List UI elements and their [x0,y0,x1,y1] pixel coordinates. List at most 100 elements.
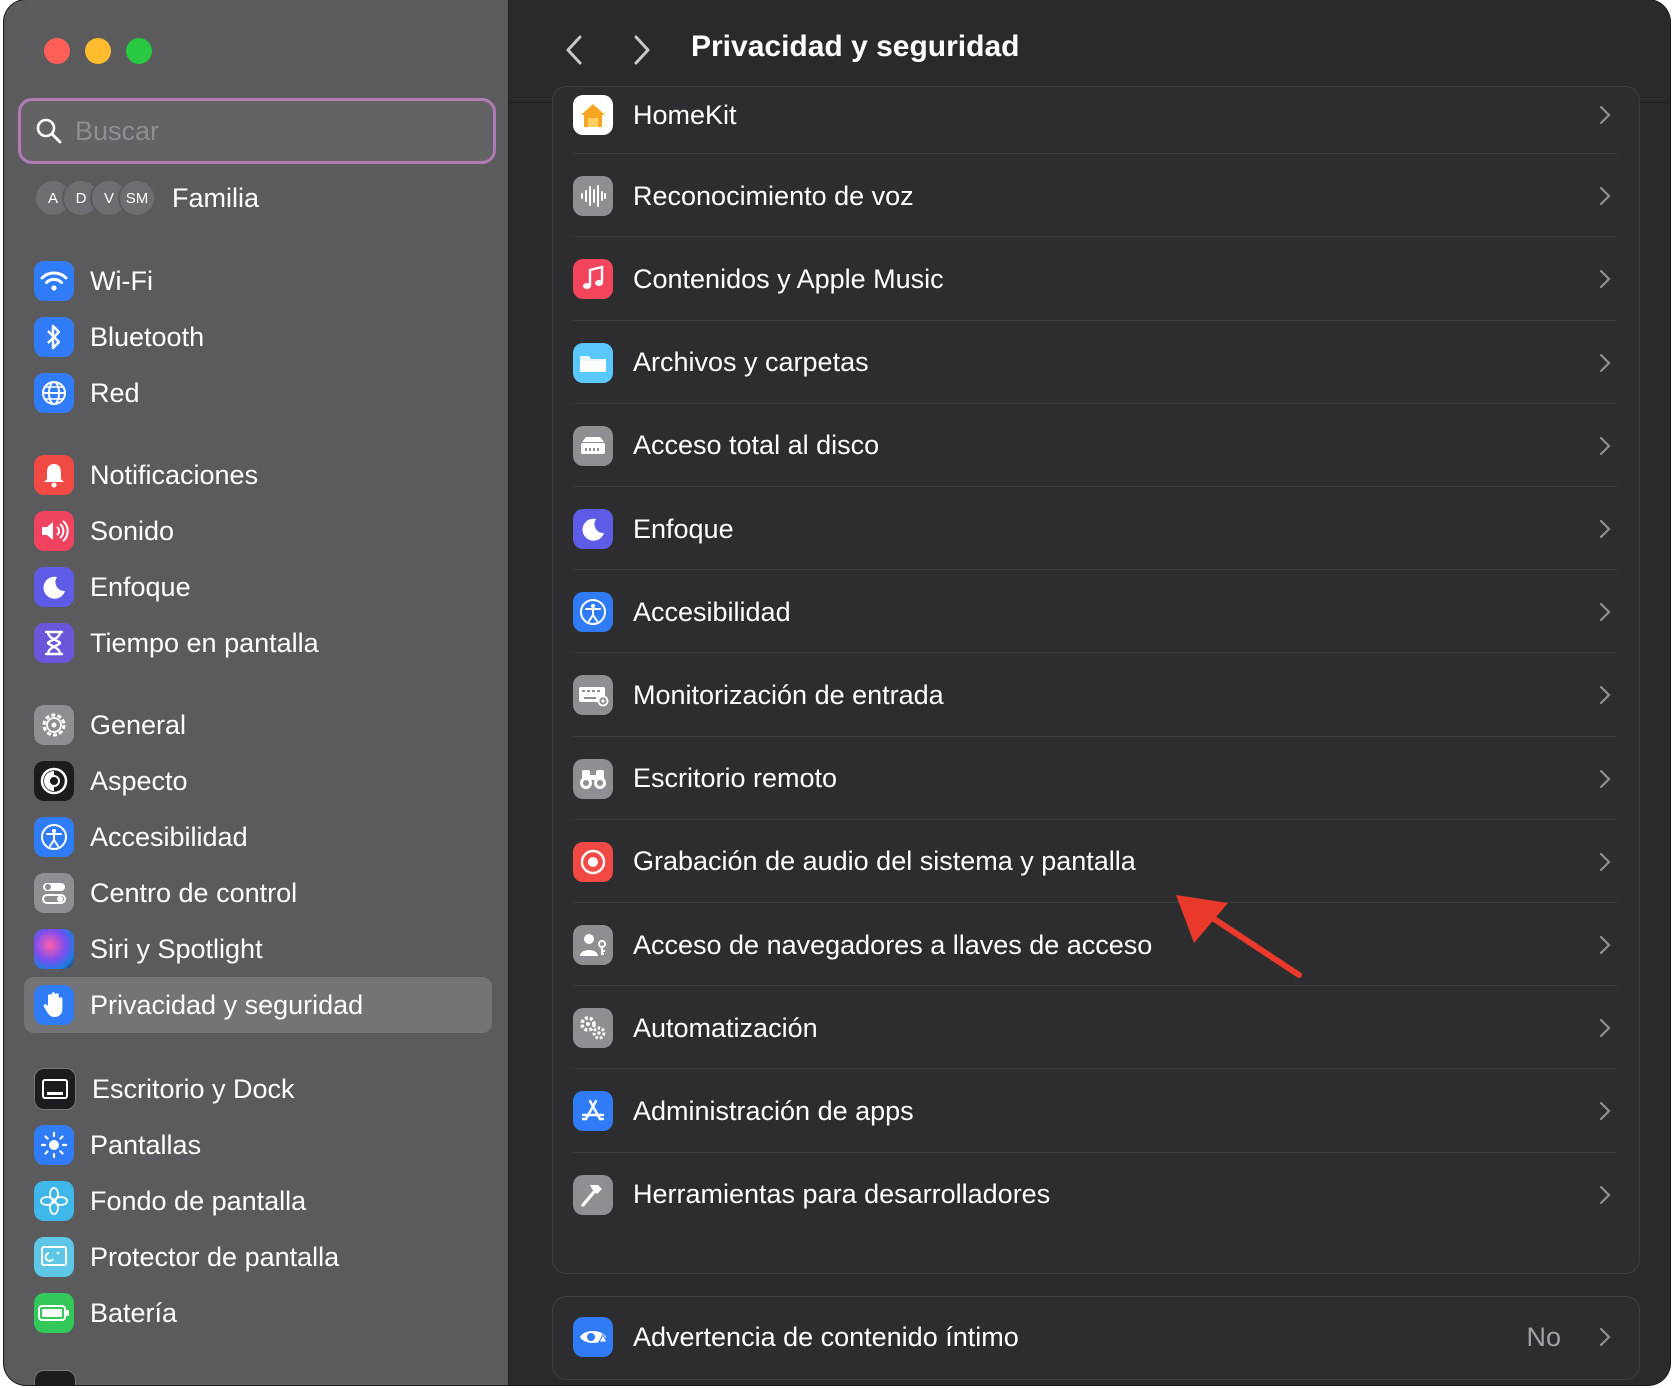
row-hammer[interactable]: Herramientas para desarrolladores [573,1152,1617,1238]
sidebar-item-label: Escritorio y Dock [92,1073,295,1104]
battery-icon [34,1293,74,1333]
row-music-note[interactable]: Contenidos y Apple Music [573,236,1617,322]
sidebar-item-label: Notificaciones [90,459,259,490]
sidebar-item-label: General [90,709,187,740]
bluetooth-icon [34,317,74,357]
chevron-right-icon [1599,187,1611,206]
page-title: Privacidad y seguridad [691,30,1020,63]
back-button[interactable] [559,30,589,70]
wifi-icon [34,261,74,301]
row-sensitive-content-warning[interactable]: Advertencia de contenido íntimo No [573,1294,1617,1380]
app-store-icon [573,1091,613,1132]
moon-icon [34,567,74,607]
sidebar-item-sound[interactable]: Sonido [34,506,174,556]
sidebar-item-label: Bluetooth [90,321,205,352]
dock-icon [34,1068,76,1110]
sidebar-item-desktop-dock[interactable]: Escritorio y Dock [34,1064,295,1114]
accessibility-icon [573,592,613,633]
sidebar-item-label: Red [90,377,140,408]
sidebar-item-appearance[interactable]: Aspecto [34,756,188,806]
chevron-right-icon [1599,519,1611,539]
forward-button[interactable] [627,30,657,70]
row-label: Grabación de audio del sistema y pantall… [633,846,1136,877]
row-label: Contenidos y Apple Music [633,263,944,294]
row-folder[interactable]: Archivos y carpetas [573,320,1617,406]
bell-icon [34,455,74,495]
row-label: Archivos y carpetas [633,347,869,378]
sidebar-item-label: Familia [172,182,260,213]
chevron-right-icon [634,35,650,65]
sidebar-item-screensaver[interactable]: Protector de pantalla [34,1232,339,1282]
search-field[interactable] [18,98,496,164]
sidebar-item-label: Privacidad y seguridad [90,989,364,1020]
sidebar-item-wifi[interactable]: Wi-Fi [34,256,153,306]
sidebar-item-wallpaper[interactable]: Fondo de pantalla [34,1176,306,1226]
sidebar-item-label: Fondo de pantalla [90,1185,307,1216]
chevron-right-icon [1599,769,1611,788]
sidebar-item-siri[interactable]: Siri y Spotlight [34,924,263,974]
row-label: Accesibilidad [633,596,791,627]
annotation-arrow [1176,895,1302,978]
row-label: Monitorización de entrada [633,679,944,710]
sidebar: A D V SM Familia Wi-Fi Bluetooth [4,0,509,1385]
chevron-right-icon [1599,1102,1611,1121]
row-person-key[interactable]: Acceso de navegadores a llaves de acceso [573,902,1617,988]
row-home[interactable]: HomeKit [573,72,1617,158]
row-label: Escritorio remoto [633,763,838,794]
sidebar-item-label: Siri y Spotlight [90,933,263,964]
row-record[interactable]: Grabación de audio del sistema y pantall… [573,819,1617,905]
sidebar-item-focus[interactable]: Enfoque [34,562,191,612]
sidebar-item-general[interactable]: General [34,700,186,750]
chevron-right-icon [1599,686,1611,705]
row-disk[interactable]: Acceso total al disco [573,403,1617,489]
row-keyboard[interactable]: Monitorización de entrada [573,652,1617,738]
chevron-right-icon [1599,1185,1611,1204]
sun-icon [34,1125,74,1165]
disk-icon [573,425,613,466]
row-gears[interactable]: Automatización [573,985,1617,1071]
home-icon [573,95,613,135]
appearance-icon [34,761,74,801]
chevron-right-icon [1599,603,1611,622]
row-moon[interactable]: Enfoque [573,486,1617,572]
gear-icon [34,705,74,745]
row-value: No [1526,1321,1561,1352]
sidebar-item-displays[interactable]: Pantallas [34,1120,201,1170]
sidebar-item-privacy[interactable]: Privacidad y seguridad [24,977,492,1033]
chevron-right-icon [1599,436,1611,455]
family-avatars: A D V SM [34,179,156,217]
row-binoculars[interactable]: Escritorio remoto [573,736,1617,822]
row-label: HomeKit [633,99,737,130]
row-app-store[interactable]: Administración de apps [573,1068,1617,1154]
sidebar-item-battery[interactable]: Batería [34,1288,177,1338]
row-label: Reconocimiento de voz [633,180,914,211]
hammer-icon [573,1174,613,1215]
sidebar-item-accessibility[interactable]: Accesibilidad [34,812,248,862]
row-label: Automatización [633,1012,818,1043]
sidebar-item-label: Centro de control [90,877,298,908]
keyboard-icon [573,675,613,716]
chevron-right-icon [1599,852,1611,871]
row-label: Administración de apps [633,1095,914,1126]
sidebar-item-label: Tiempo en pantalla [90,627,319,658]
sidebar-item-family[interactable]: A D V SM Familia [34,173,259,223]
row-accessibility[interactable]: Accesibilidad [573,569,1617,655]
maximize-window-button[interactable] [126,38,152,64]
search-input[interactable] [73,114,457,148]
binoculars-icon [573,758,613,799]
sidebar-item-notifications[interactable]: Notificaciones [34,450,258,500]
screensaver-icon [34,1237,74,1277]
row-label: Enfoque [633,513,734,544]
row-label: Acceso total al disco [633,430,880,461]
close-window-button[interactable] [44,38,70,64]
minimize-window-button[interactable] [85,38,111,64]
sidebar-item-label: Pantallas [90,1129,202,1160]
sidebar-item-bluetooth[interactable]: Bluetooth [34,312,204,362]
sidebar-item-label: Accesibilidad [90,821,248,852]
sidebar-item-network[interactable]: Red [34,368,140,418]
row-waveform[interactable]: Reconocimiento de voz [573,153,1617,239]
sidebar-item-label: Protector de pantalla [90,1241,340,1272]
sidebar-item-control-center[interactable]: Centro de control [34,868,297,918]
sidebar-item-screen-time[interactable]: Tiempo en pantalla [34,618,319,668]
music-note-icon [573,259,613,300]
